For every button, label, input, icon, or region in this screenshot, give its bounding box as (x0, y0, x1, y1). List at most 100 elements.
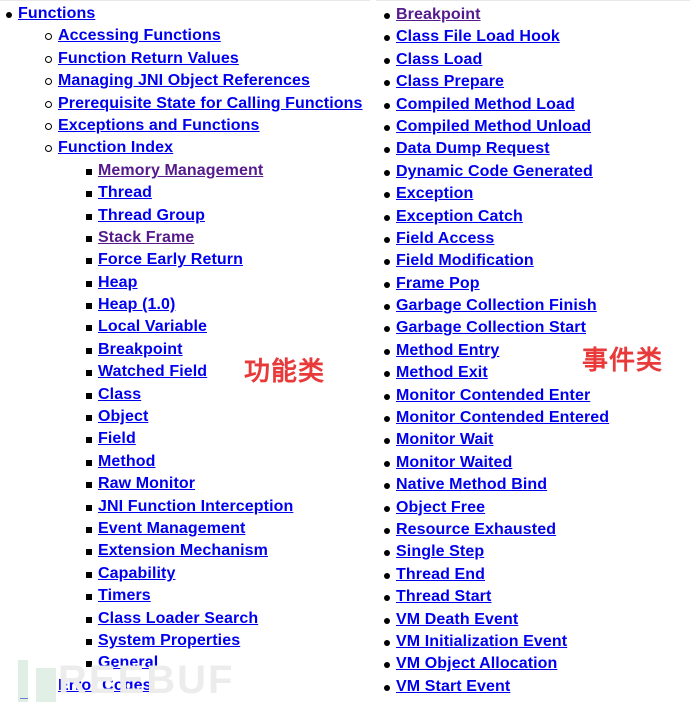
thread-start-link[interactable]: Thread Start (396, 588, 491, 605)
events-list: Breakpoint Class File Load Hook Class Load… (376, 4, 609, 698)
toc-item-exceptions-and-functions: Exceptions and Functions (0, 115, 363, 137)
field-access-link[interactable]: Field Access (396, 230, 494, 247)
event-item-garbage-collection-start: Garbage Collection Start (376, 317, 609, 339)
exceptions-and-functions-link[interactable]: Exceptions and Functions (58, 117, 260, 134)
thread-group-link[interactable]: Thread Group (98, 207, 205, 224)
method-link[interactable]: Method (98, 453, 155, 470)
compiled-method-load-link[interactable]: Compiled Method Load (396, 96, 575, 113)
function-index-item-timers: Timers (0, 585, 363, 607)
jni-function-interception-link[interactable]: JNI Function Interception (98, 498, 293, 515)
event-item-compiled-method-unload: Compiled Method Unload (376, 116, 609, 138)
square-bullet-icon (86, 571, 92, 578)
breakpoint-link[interactable]: Breakpoint (396, 6, 481, 23)
disc-bullet-icon (384, 371, 390, 378)
data-dump-request-link[interactable]: Data Dump Request (396, 140, 550, 157)
capability-link[interactable]: Capability (98, 565, 175, 582)
disc-bullet-icon (384, 684, 390, 691)
event-item-method-entry: Method Entry (376, 340, 609, 362)
function-index-item-capability: Capability (0, 563, 363, 585)
class-load-link[interactable]: Class Load (396, 51, 482, 68)
prerequisite-state-for-calling-functions-link[interactable]: Prerequisite State for Calling Functions (58, 95, 363, 112)
event-item-class-file-load-hook: Class File Load Hook (376, 26, 609, 48)
single-step-link[interactable]: Single Step (396, 543, 484, 560)
force-early-return-link[interactable]: Force Early Return (98, 251, 243, 268)
square-bullet-icon (86, 616, 92, 623)
managing-jni-object-references-link[interactable]: Managing JNI Object References (58, 72, 310, 89)
general-link[interactable]: General (98, 654, 158, 671)
circle-bullet-icon (45, 122, 52, 130)
function-index-link[interactable]: Function Index (58, 139, 173, 156)
thread-link[interactable]: Thread (98, 184, 152, 201)
class-link[interactable]: Class (98, 386, 141, 403)
exception-link[interactable]: Exception (396, 185, 473, 202)
disc-bullet-icon (384, 572, 390, 579)
class-loader-search-link[interactable]: Class Loader Search (98, 610, 258, 627)
square-bullet-icon (86, 459, 92, 466)
disc-bullet-icon (384, 35, 390, 42)
extension-mechanism-link[interactable]: Extension Mechanism (98, 542, 268, 559)
frame-pop-link[interactable]: Frame Pop (396, 275, 480, 292)
heap-link[interactable]: Heap (98, 274, 138, 291)
disc-bullet-icon (384, 102, 390, 109)
square-bullet-icon (86, 415, 92, 422)
square-bullet-icon (86, 191, 92, 198)
function-index-item-heap: Heap (0, 272, 363, 294)
event-item-thread-start: Thread Start (376, 586, 609, 608)
disc-bullet-icon (384, 527, 390, 534)
timers-link[interactable]: Timers (98, 587, 151, 604)
function-index-item-method: Method (0, 451, 363, 473)
memory-management-link[interactable]: Memory Management (98, 162, 263, 179)
garbage-collection-start-link[interactable]: Garbage Collection Start (396, 319, 586, 336)
toc-item-function-return-values: Function Return Values (0, 48, 363, 70)
dynamic-code-generated-link[interactable]: Dynamic Code Generated (396, 163, 593, 180)
disc-bullet-icon (384, 393, 390, 400)
method-exit-link[interactable]: Method Exit (396, 364, 488, 381)
circle-bullet-icon (45, 682, 52, 690)
monitor-contended-entered-link[interactable]: Monitor Contended Entered (396, 409, 609, 426)
function-return-values-link[interactable]: Function Return Values (58, 50, 239, 67)
disc-bullet-icon (384, 169, 390, 176)
function-index-item-general: General (0, 652, 363, 674)
vm-death-event-link[interactable]: VM Death Event (396, 611, 518, 628)
error-codes-link[interactable]: Error Codes (58, 677, 152, 694)
stack-frame-link[interactable]: Stack Frame (98, 229, 194, 246)
square-bullet-icon (86, 303, 92, 310)
thread-end-link[interactable]: Thread End (396, 566, 485, 583)
class-file-load-hook-link[interactable]: Class File Load Hook (396, 28, 560, 45)
event-item-resource-exhausted: Resource Exhausted (376, 519, 609, 541)
exception-catch-link[interactable]: Exception Catch (396, 208, 523, 225)
method-entry-link[interactable]: Method Entry (396, 342, 499, 359)
monitor-waited-link[interactable]: Monitor Waited (396, 454, 512, 471)
breakpoint-link[interactable]: Breakpoint (98, 341, 183, 358)
field-modification-link[interactable]: Field Modification (396, 252, 534, 269)
object-free-link[interactable]: Object Free (396, 499, 485, 516)
square-bullet-icon (86, 638, 92, 645)
event-item-monitor-wait: Monitor Wait (376, 429, 609, 451)
disc-bullet-icon (384, 214, 390, 221)
vm-start-event-link[interactable]: VM Start Event (396, 678, 510, 695)
functions-link[interactable]: Functions (18, 5, 95, 22)
disc-bullet-icon (384, 80, 390, 87)
watched-field-link[interactable]: Watched Field (98, 363, 207, 380)
toc-item-managing-jni-object-references: Managing JNI Object References (0, 70, 363, 92)
raw-monitor-link[interactable]: Raw Monitor (98, 475, 195, 492)
compiled-method-unload-link[interactable]: Compiled Method Unload (396, 118, 591, 135)
toc-item-error-codes: Error Codes (0, 675, 363, 697)
event-item-thread-end: Thread End (376, 564, 609, 586)
class-prepare-link[interactable]: Class Prepare (396, 73, 504, 90)
vm-object-allocation-link[interactable]: VM Object Allocation (396, 655, 557, 672)
heap-1-0-link[interactable]: Heap (1.0) (98, 296, 175, 313)
monitor-wait-link[interactable]: Monitor Wait (396, 431, 493, 448)
field-link[interactable]: Field (98, 430, 136, 447)
accessing-functions-link[interactable]: Accessing Functions (58, 27, 221, 44)
object-link[interactable]: Object (98, 408, 148, 425)
function-category-annotation: 功能类 (244, 357, 326, 387)
native-method-bind-link[interactable]: Native Method Bind (396, 476, 547, 493)
monitor-contended-enter-link[interactable]: Monitor Contended Enter (396, 387, 590, 404)
local-variable-link[interactable]: Local Variable (98, 318, 207, 335)
system-properties-link[interactable]: System Properties (98, 632, 240, 649)
event-management-link[interactable]: Event Management (98, 520, 245, 537)
garbage-collection-finish-link[interactable]: Garbage Collection Finish (396, 297, 597, 314)
resource-exhausted-link[interactable]: Resource Exhausted (396, 521, 556, 538)
vm-initialization-event-link[interactable]: VM Initialization Event (396, 633, 567, 650)
